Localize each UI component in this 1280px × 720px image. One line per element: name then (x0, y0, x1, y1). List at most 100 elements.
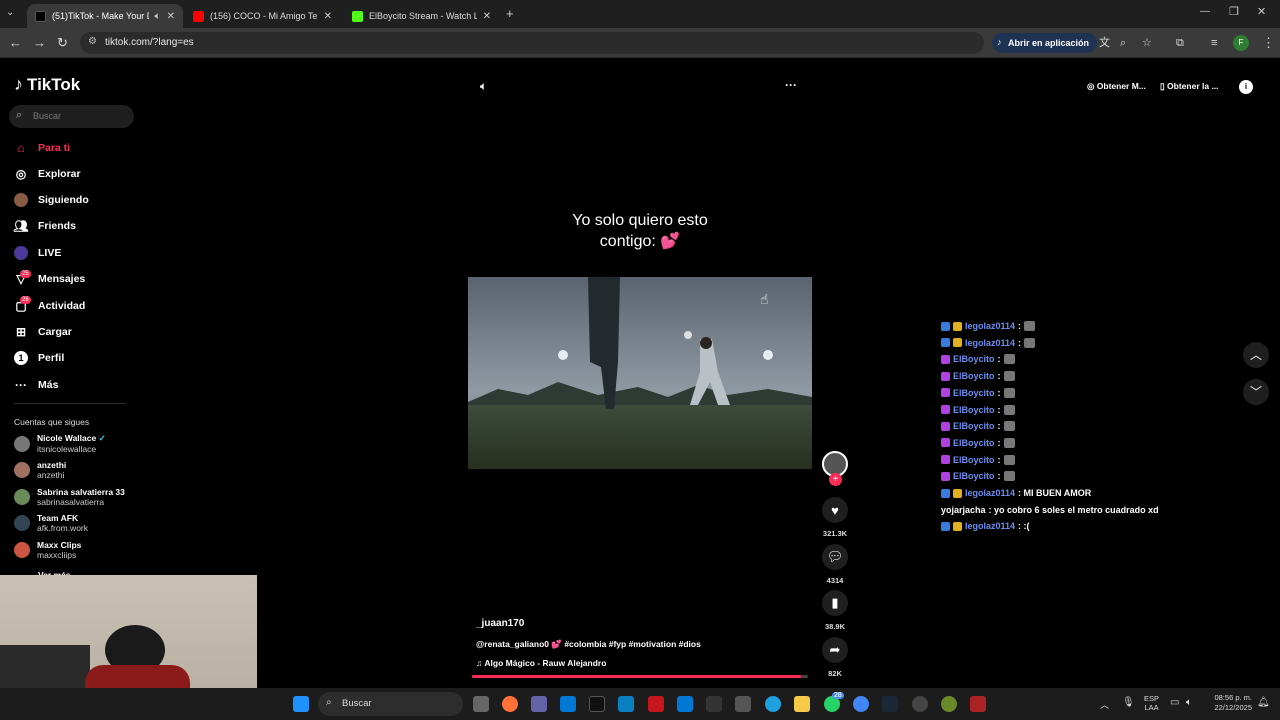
teams-icon[interactable] (531, 696, 547, 712)
get-app-button[interactable]: ▯ Obtener la ... (1158, 75, 1230, 97)
open-in-app-button[interactable]: ♪ Abrir en aplicación (992, 33, 1098, 53)
microphone-icon[interactable]: 🎙︎ (1122, 697, 1135, 708)
clock[interactable]: 08:56 p. m. 22/12/2025 (1208, 693, 1252, 713)
close-tab-icon[interactable]: ✕ (483, 11, 491, 22)
translate-icon[interactable]: 文 (1099, 35, 1110, 51)
tiktok-logo[interactable]: ♪ TikTok (14, 74, 80, 95)
app-icon[interactable] (618, 696, 634, 712)
more-options-icon[interactable]: ··· (785, 78, 797, 92)
volume-tray-icon[interactable]: 🔈︎ (1186, 697, 1192, 708)
store-icon[interactable] (560, 696, 576, 712)
site-info-icon[interactable]: ⚙ (88, 36, 97, 47)
app-icon[interactable] (706, 696, 722, 712)
restore-icon[interactable]: ❐ (1229, 5, 1239, 18)
comment-button[interactable]: 💬︎ (822, 544, 848, 570)
nav-friends[interactable]: 👥︎ Friends (13, 215, 76, 237)
chat-username[interactable]: ElBoycito (953, 471, 995, 481)
tab-tiktok[interactable]: (51)TikTok - Make Your Day 🔈︎ ✕ (27, 4, 183, 28)
volume-icon[interactable]: 🔈︎ (480, 79, 487, 94)
chat-username[interactable]: legolaz0114 (965, 321, 1015, 331)
previous-video-button[interactable]: ︿ (1243, 342, 1269, 368)
share-button[interactable]: ➦ (822, 637, 848, 663)
chat-username[interactable]: ElBoycito (953, 455, 995, 465)
new-tab-icon[interactable]: + (506, 6, 514, 21)
app-icon[interactable] (970, 696, 986, 712)
nav-mas[interactable]: ··· Más (14, 374, 58, 396)
nav-live[interactable]: LIVE (14, 242, 61, 264)
tab-list-icon[interactable]: ⌄ (6, 7, 14, 18)
browser-menu-icon[interactable]: ⋮ (1262, 35, 1275, 51)
save-button[interactable]: ▮ (822, 590, 848, 616)
account-item[interactable]: Nicole Wallace ✓ itsnicolewallace (14, 433, 106, 454)
info-icon[interactable]: i (1239, 80, 1253, 94)
back-icon[interactable]: ← (9, 35, 22, 51)
network-icon[interactable]: ▭ (1170, 697, 1179, 708)
app-icon[interactable] (941, 696, 957, 712)
chat-username[interactable]: legolaz0114 (965, 488, 1015, 498)
address-bar[interactable]: ⚙ tiktok.com/?lang=es (80, 32, 984, 54)
progress-track[interactable] (472, 675, 808, 678)
language-indicator[interactable]: ESP LAA (1144, 694, 1159, 712)
nav-para-ti[interactable]: ⌂ Para ti (14, 137, 70, 159)
chat-username[interactable]: ElBoycito (953, 388, 995, 398)
notification-bell-icon[interactable]: 🔔︎ (1257, 697, 1270, 708)
firefox-icon[interactable] (502, 696, 518, 712)
reload-icon[interactable]: ↻ (57, 35, 68, 51)
steam-icon[interactable] (882, 696, 898, 712)
chat-username[interactable]: ElBoycito (953, 354, 995, 364)
outlook-icon[interactable] (677, 696, 693, 712)
next-video-button[interactable]: ﹀ (1243, 379, 1269, 405)
chat-username[interactable]: ElBoycito (953, 371, 995, 381)
tab-youtube[interactable]: (156) COCO - Mi Amigo Te Emp ✕ (185, 4, 340, 28)
chat-username[interactable]: ElBoycito (953, 438, 995, 448)
chat-username[interactable]: legolaz0114 (965, 521, 1015, 531)
chrome-icon[interactable] (853, 696, 869, 712)
nav-explorar[interactable]: ◎ Explorar (14, 163, 81, 185)
nav-siguiendo[interactable]: Siguiendo (14, 189, 89, 211)
get-coins-button[interactable]: ◎ Obtener M... (1083, 75, 1155, 97)
video-description[interactable]: @renata_galiano0 💕 #colombia #fyp #motiv… (476, 639, 701, 650)
windows-start-icon[interactable] (293, 696, 309, 712)
music-info[interactable]: ♫ Algo Mágico - Rauw Alejandro (476, 658, 606, 668)
nav-perfil[interactable]: 1 Perfil (14, 347, 64, 369)
task-view-icon[interactable] (473, 696, 489, 712)
app-icon[interactable] (735, 696, 751, 712)
app-icon[interactable] (648, 696, 664, 712)
bookmark-star-icon[interactable]: ☆ (1142, 35, 1152, 51)
account-item[interactable]: Maxx Clips maxxcliips (14, 540, 81, 560)
close-window-icon[interactable]: ✕ (1257, 5, 1266, 18)
search-input[interactable]: Buscar (33, 111, 61, 121)
extensions-icon[interactable]: ⧉ (1176, 35, 1184, 51)
chat-username[interactable]: ElBoycito (953, 421, 995, 431)
chat-username[interactable]: ElBoycito (953, 405, 995, 415)
follow-plus-icon[interactable]: + (829, 473, 842, 486)
file-explorer-icon[interactable] (794, 696, 810, 712)
forward-icon[interactable]: → (33, 35, 46, 51)
like-button[interactable]: ♥ (822, 497, 848, 523)
app-icon[interactable] (912, 696, 928, 712)
close-tab-icon[interactable]: ✕ (167, 11, 175, 22)
open-in-app-label: Abrir en aplicación (1008, 38, 1090, 48)
tab-kick[interactable]: ElBoycito Stream - Watch Live o ✕ (344, 4, 499, 28)
chat-username[interactable]: legolaz0114 (965, 338, 1015, 348)
account-item[interactable]: Sabrina salvatierra 33 sabrinasalvatierra (14, 487, 125, 507)
edge-icon[interactable] (765, 696, 781, 712)
saves-count: 38.9K (824, 622, 845, 631)
chat-username[interactable]: yojarjacha (941, 505, 986, 515)
taskbar-search[interactable]: ⌕ Buscar (318, 692, 463, 716)
close-tab-icon[interactable]: ✕ (324, 11, 332, 22)
account-item[interactable]: anzethi anzethi (14, 460, 66, 480)
speaker-icon[interactable]: 🔈︎ (155, 11, 161, 22)
video-author[interactable]: _juaan170 (476, 618, 524, 629)
tray-chevron-icon[interactable]: ︿ (1100, 698, 1109, 711)
account-item[interactable]: Team AFK afk.from.work (14, 513, 88, 533)
search-box[interactable]: ⌕ Buscar (9, 105, 134, 128)
minimize-icon[interactable]: — (1200, 6, 1210, 17)
chat-badge-icon (953, 521, 962, 531)
tiktok-app-icon[interactable] (589, 696, 605, 712)
reading-list-icon[interactable]: ≡ (1211, 35, 1217, 51)
zoom-icon[interactable]: ⌕ (1120, 35, 1126, 51)
chat-emote-icon (1024, 337, 1036, 348)
profile-avatar[interactable]: F (1233, 35, 1249, 51)
nav-cargar[interactable]: ⊞ Cargar (14, 321, 72, 343)
